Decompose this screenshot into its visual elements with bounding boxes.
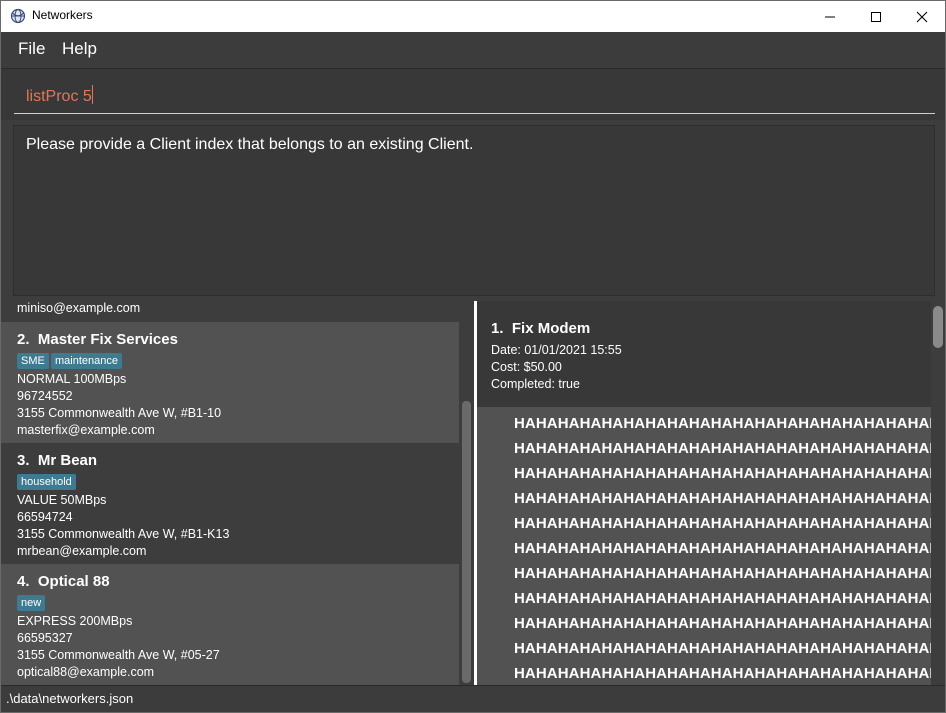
minimize-icon <box>825 16 835 17</box>
client-tag: maintenance <box>51 353 122 369</box>
step-line: HAHAHAHAHAHAHAHAHAHAHAHAHAHAHAHAHAHAHAHA… <box>514 440 931 457</box>
minimize-button[interactable] <box>807 1 853 32</box>
menu-help[interactable]: Help <box>62 39 97 59</box>
client-title: 3. Mr Bean <box>17 452 98 469</box>
menu-file[interactable]: File <box>18 39 45 59</box>
client-tag: new <box>17 595 46 611</box>
procedure-list-scrollbar[interactable] <box>931 301 945 685</box>
step-line: HAHAHAHAHAHAHAHAHAHAHAHAHAHAHAHAHAHAHAHA… <box>514 590 931 607</box>
maximize-button[interactable] <box>853 1 899 32</box>
client-list-scrollbar[interactable] <box>459 301 474 685</box>
client-address: 3155 Commonwealth Ave W, #05-27 <box>17 648 220 662</box>
scrollbar-thumb[interactable] <box>933 306 943 348</box>
step-line: HAHAHAHAHAHAHAHAHAHAHAHAHAHAHAHAHAHAHAHA… <box>514 540 931 557</box>
text-caret <box>91 85 93 104</box>
client-phone: 96724552 <box>17 389 73 403</box>
step-line: HAHAHAHAHAHAHAHAHAHAHAHAHAHAHAHAHAHAHAHA… <box>514 665 931 682</box>
procedure-steps: HAHAHAHAHAHAHAHAHAHAHAHAHAHAHAHAHAHAHA HA… <box>477 407 931 685</box>
status-bar: .\data\networkers.json <box>1 685 945 712</box>
menu-bar: File Help <box>1 32 945 68</box>
close-icon <box>916 11 928 22</box>
client-address: 3155 Commonwealth Ave W, #B1-K13 <box>17 527 230 541</box>
client-phone: 66594724 <box>17 510 73 524</box>
client-plan: EXPRESS 200MBps <box>17 614 133 628</box>
result-display: Please provide a Client index that belon… <box>13 125 935 296</box>
procedure-title: 1. Fix Modem <box>491 320 591 337</box>
client-title: 2. Master Fix Services <box>17 331 178 348</box>
procedure-completed: Completed: true <box>491 377 580 391</box>
step-line: HAHAHAHAHAHAHAHAHAHAHAHAHAHAHAHAHAHAHAHA… <box>514 640 931 657</box>
client-phone: 66595327 <box>17 631 73 645</box>
step-line: HAHAHAHAHAHAHAHAHAHAHAHAHAHAHAHAHAHAHAHA… <box>514 415 931 432</box>
window-title: Networkers <box>32 8 93 22</box>
app-window: Networkers File Help listProc 5 Please p… <box>0 0 946 713</box>
client-card[interactable]: 3. Mr Bean household VALUE 50MBps 665947… <box>1 443 459 564</box>
step-line: HAHAHAHAHAHAHAHAHAHAHAHAHAHAHAHAHAHAHAHA… <box>514 565 931 582</box>
globe-icon <box>10 8 26 24</box>
maximize-icon <box>871 11 881 22</box>
client-list[interactable]: miniso@example.com 2. Master Fix Service… <box>1 301 474 685</box>
client-card[interactable]: 2. Master Fix Services SME maintenance N… <box>1 322 459 443</box>
step-line: HAHAHAHAHAHAHAHAHAHAHAHAHAHAHAHAHAHAHAHA… <box>514 515 931 532</box>
client-title: 4. Optical 88 <box>17 573 110 590</box>
client-email: optical88@example.com <box>17 665 155 679</box>
procedure-card[interactable]: 1. Fix Modem Date: 01/01/2021 15:55 Cost… <box>477 301 931 407</box>
client-address: 3155 Commonwealth Ave W, #B1-10 <box>17 406 222 420</box>
client-plan: NORMAL 100MBps <box>17 372 127 386</box>
procedure-date: Date: 01/01/2021 15:55 <box>491 343 622 357</box>
close-button[interactable] <box>899 1 945 32</box>
command-box: listProc 5 <box>1 68 945 120</box>
client-plan: VALUE 50MBps <box>17 493 107 507</box>
step-line: HAHAHAHAHAHAHAHAHAHAHAHAHAHAHAHAHAHAHAHA… <box>514 615 931 632</box>
client-email: masterfix@example.com <box>17 423 155 437</box>
client-email: miniso@example.com <box>17 301 141 315</box>
scrollbar-thumb[interactable] <box>462 401 471 683</box>
client-tag: SME <box>17 353 49 369</box>
data-file-path: .\data\networkers.json <box>6 691 134 706</box>
step-line: HAHAHAHAHAHAHAHAHAHAHAHAHAHAHAHAHAHAHAHA… <box>514 490 931 507</box>
procedure-list[interactable]: 1. Fix Modem Date: 01/01/2021 15:55 Cost… <box>477 301 931 685</box>
command-input[interactable]: listProc 5 <box>14 77 935 114</box>
client-card[interactable]: 4. Optical 88 new EXPRESS 200MBps 665953… <box>1 564 459 685</box>
procedure-cost: Cost: $50.00 <box>491 360 562 374</box>
client-card-partial[interactable]: miniso@example.com <box>1 301 459 322</box>
command-text: listProc 5 <box>26 88 92 105</box>
result-message: Please provide a Client index that belon… <box>26 136 474 153</box>
client-email: mrbean@example.com <box>17 544 147 558</box>
step-line: HAHAHAHAHAHAHAHAHAHAHAHAHAHAHAHAHAHAHAHA… <box>514 465 931 482</box>
client-tag: household <box>17 474 76 490</box>
title-bar: Networkers <box>1 1 945 32</box>
